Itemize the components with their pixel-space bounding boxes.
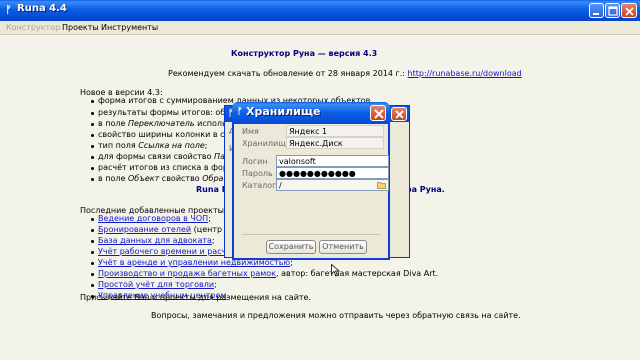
storage-dialog: ᚠ Хранилище Имя Яндекс 1 Хранилище Яндек… bbox=[232, 102, 390, 260]
bullet bbox=[91, 218, 94, 221]
project-item: Учёт рабочего времени и расчёт з bbox=[98, 247, 243, 256]
list-item: тип поля Ссылка на поле; bbox=[98, 141, 208, 150]
bullet bbox=[91, 100, 94, 103]
bullet bbox=[91, 251, 94, 254]
send-projects-text: Присылайте Ваши проекты для размещения н… bbox=[80, 293, 312, 302]
bullet bbox=[91, 134, 94, 137]
bullet bbox=[91, 178, 94, 181]
login-label: Логин bbox=[242, 157, 268, 166]
project-link[interactable]: Простой учёт для торговли bbox=[98, 280, 214, 289]
close-icon bbox=[395, 110, 404, 119]
window-title: Runa 4.4 bbox=[17, 3, 67, 14]
folder-icon bbox=[377, 182, 386, 189]
maximize-icon bbox=[608, 6, 618, 16]
menu-constructor[interactable]: Конструктор bbox=[6, 23, 60, 32]
password-label: Пароль bbox=[242, 169, 273, 178]
storage-field: Яндекс.Диск bbox=[286, 137, 384, 149]
list-item: расчёт итогов из списка в форме bbox=[98, 163, 239, 172]
project-item: Простой учёт для торговли; bbox=[98, 280, 217, 289]
rune-icon: ᚠ bbox=[237, 106, 243, 116]
bullet bbox=[91, 156, 94, 159]
password-value: ●●●●●●●●●●● bbox=[279, 169, 356, 178]
storage-dialog-title: Хранилище bbox=[246, 105, 321, 118]
project-link[interactable]: База данных для адвоката bbox=[98, 236, 212, 245]
minimize-icon bbox=[593, 13, 599, 15]
project-link[interactable]: Ведение договоров в ЧОП bbox=[98, 214, 208, 223]
minimize-button[interactable] bbox=[589, 3, 604, 18]
list-item: для формы связи свойство Папка bbox=[98, 152, 240, 161]
name-field: Яндекс 1 bbox=[286, 125, 384, 137]
bullet bbox=[91, 112, 94, 115]
login-input[interactable]: valonsoft bbox=[276, 155, 389, 167]
login-value: valonsoft bbox=[279, 157, 316, 166]
bullet bbox=[91, 240, 94, 243]
bullet bbox=[91, 145, 94, 148]
list-item: результаты формы итогов: общие bbox=[98, 108, 243, 117]
bullet bbox=[91, 123, 94, 126]
close-button[interactable] bbox=[621, 3, 637, 18]
background-dialog-close-button[interactable] bbox=[391, 107, 407, 121]
update-notice: Рекомендуем скачать обновление от 28 янв… bbox=[168, 69, 522, 78]
storage-dialog-close-button[interactable] bbox=[370, 105, 386, 121]
catalog-label: Каталог bbox=[242, 181, 277, 190]
feedback-text: Вопросы, замечания и предложения можно о… bbox=[151, 311, 521, 320]
cancel-button[interactable]: Отменить bbox=[319, 240, 367, 254]
download-link[interactable]: http://runabase.ru/download bbox=[408, 69, 522, 78]
folder-browse-button[interactable] bbox=[377, 181, 386, 189]
project-link[interactable]: Учёт рабочего времени и расчёт з bbox=[98, 247, 243, 256]
project-item: Бронирование отелей (центр InnE bbox=[98, 225, 243, 234]
maximize-button[interactable] bbox=[605, 3, 620, 18]
save-button[interactable]: Сохранить bbox=[266, 240, 316, 254]
bullet bbox=[91, 167, 94, 170]
close-icon bbox=[374, 109, 384, 119]
name-label: Имя bbox=[242, 127, 259, 136]
project-item: Производство и продажа багетных рамок, а… bbox=[98, 269, 439, 278]
rune-icon: ᚠ bbox=[5, 5, 12, 16]
catalog-input[interactable]: / bbox=[276, 179, 389, 191]
page-title: Конструктор Руна — версия 4.3 bbox=[231, 49, 378, 58]
bullet bbox=[91, 284, 94, 287]
close-icon bbox=[625, 7, 634, 16]
main-titlebar[interactable]: ᚠ Runa 4.4 bbox=[0, 0, 640, 21]
password-input[interactable]: ●●●●●●●●●●● bbox=[276, 167, 389, 179]
storage-value: Яндекс.Диск bbox=[289, 139, 343, 148]
menu-projects[interactable]: Проекты bbox=[62, 23, 99, 32]
catalog-value: / bbox=[279, 181, 282, 190]
project-link[interactable]: Производство и продажа багетных рамок bbox=[98, 269, 276, 278]
bullet bbox=[91, 273, 94, 276]
project-item: Ведение договоров в ЧОП; bbox=[98, 214, 211, 223]
storage-label: Хранилище bbox=[242, 139, 291, 148]
project-item: База данных для адвоката; bbox=[98, 236, 215, 245]
dialog-separator bbox=[242, 234, 380, 235]
list-item: в поле Объект свойство Обратная bbox=[98, 174, 244, 183]
menu-tools[interactable]: Инструменты bbox=[101, 23, 158, 32]
name-value: Яндекс 1 bbox=[289, 127, 328, 136]
update-text: Рекомендуем скачать обновление от 28 янв… bbox=[168, 69, 408, 78]
bullet bbox=[91, 262, 94, 265]
storage-dialog-titlebar[interactable]: ᚠ Хранилище bbox=[232, 102, 390, 124]
bullet bbox=[91, 229, 94, 232]
menu-bar: Конструктор Проекты Инструменты bbox=[0, 21, 640, 35]
project-link[interactable]: Бронирование отелей bbox=[98, 225, 191, 234]
mouse-cursor-icon bbox=[331, 264, 340, 277]
